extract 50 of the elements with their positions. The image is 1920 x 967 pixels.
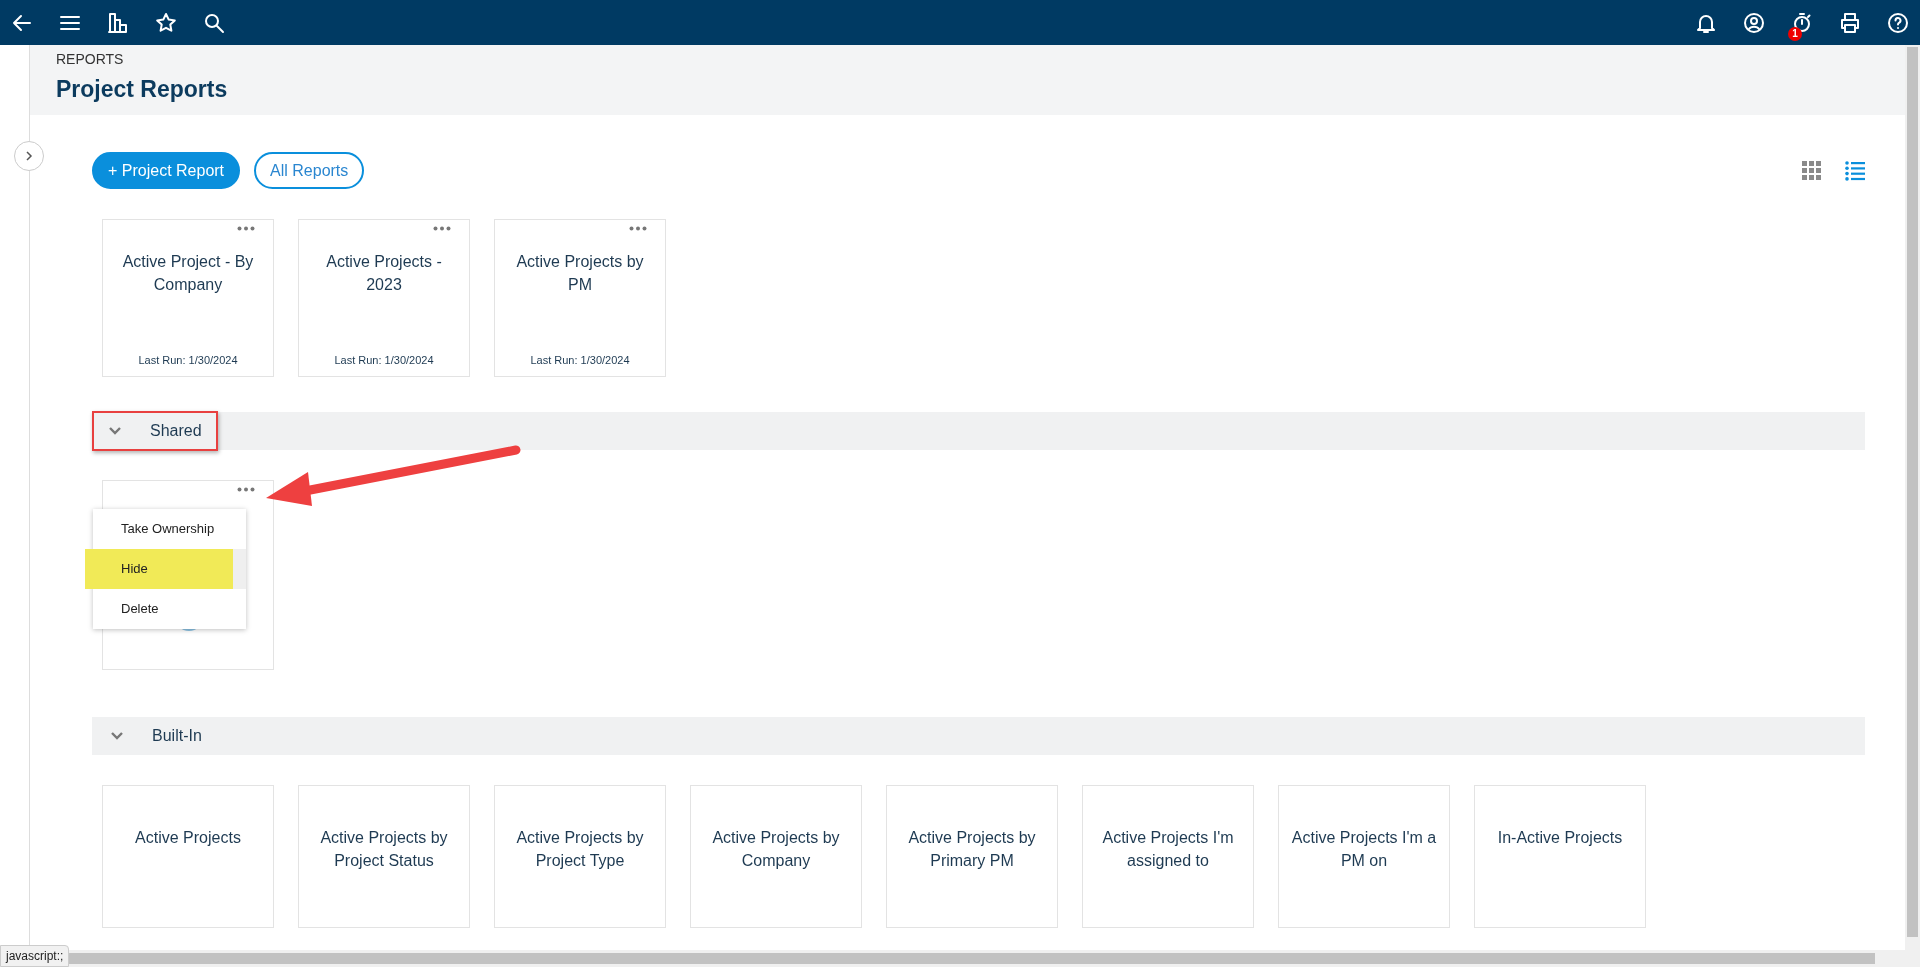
section-title: Shared xyxy=(150,421,202,441)
chevron-right-icon xyxy=(23,150,35,162)
report-title: Active Project - By Company xyxy=(121,252,255,295)
ellipsis-icon xyxy=(237,226,255,231)
ellipsis-icon xyxy=(237,487,255,492)
report-title: Active Projects by PM xyxy=(515,252,645,295)
star-icon[interactable] xyxy=(154,10,178,35)
help-icon[interactable] xyxy=(1886,10,1910,35)
printer-icon[interactable] xyxy=(1838,10,1862,35)
ellipsis-icon xyxy=(629,226,647,231)
user-icon[interactable] xyxy=(1742,10,1766,35)
all-reports-button[interactable]: All Reports xyxy=(254,152,365,189)
section-header[interactable]: Shared xyxy=(92,412,1865,450)
report-card[interactable]: Active Projects by Project Status xyxy=(298,785,470,928)
report-title: Active Projects - 2023 xyxy=(325,252,443,295)
last-run-date: Last Run: 1/30/2024 xyxy=(333,352,435,368)
report-title: Active Projects by Project Status xyxy=(319,828,449,871)
report-card[interactable]: Active Projects by Primary PM xyxy=(886,785,1058,928)
page-title: Project Reports xyxy=(56,75,229,104)
report-card[interactable]: Active Projects by PM Last Run: 1/30/2024 xyxy=(494,219,666,377)
menu-item[interactable]: Delete xyxy=(93,589,246,629)
report-card[interactable]: Active Projects I'm assigned to xyxy=(1082,785,1254,928)
notification-badge: 1 xyxy=(1788,26,1802,41)
report-title: Active Projects by Company xyxy=(711,828,841,871)
bar-chart-icon[interactable] xyxy=(106,10,130,35)
vertical-scrollbar[interactable] xyxy=(1905,45,1920,967)
report-card[interactable]: Active Project - By Company Last Run: 1/30/2024 xyxy=(102,219,274,377)
list-view-icon[interactable] xyxy=(1845,160,1865,181)
report-card[interactable]: Active Projects by Company xyxy=(690,785,862,928)
status-tooltip: javascript:; xyxy=(0,945,70,967)
report-card[interactable]: Active Projects xyxy=(102,785,274,928)
new-report-button[interactable]: + Project Report xyxy=(92,152,241,189)
report-title: Active Projects I'm assigned to xyxy=(1101,828,1235,871)
report-title: Active Projects xyxy=(134,828,242,848)
report-title: Active Projects by Project Type xyxy=(515,828,645,871)
report-title: Active Projects by Primary PM xyxy=(907,828,1037,871)
report-card[interactable]: In-Active Projects xyxy=(1474,785,1646,928)
report-card[interactable]: Active Projects I'm a PM on xyxy=(1278,785,1450,928)
breadcrumb: REPORTS xyxy=(56,50,125,69)
report-title: Active Projects I'm a PM on xyxy=(1290,828,1438,871)
report-card[interactable]: Active Projects - 2023 Last Run: 1/30/2024 xyxy=(298,219,470,377)
ellipsis-icon xyxy=(433,226,451,231)
grid-view-icon[interactable] xyxy=(1802,161,1821,180)
last-run-date: Last Run: 1/30/2024 xyxy=(137,352,239,368)
menu-item[interactable]: Take Ownership xyxy=(93,509,246,549)
report-title: In-Active Projects xyxy=(1496,828,1624,848)
section-header[interactable]: Built-In xyxy=(92,717,1865,755)
report-card[interactable]: Active Projects by Project Type xyxy=(494,785,666,928)
section-title: Built-In xyxy=(152,726,202,746)
last-run-date: Last Run: 1/30/2024 xyxy=(529,352,631,368)
